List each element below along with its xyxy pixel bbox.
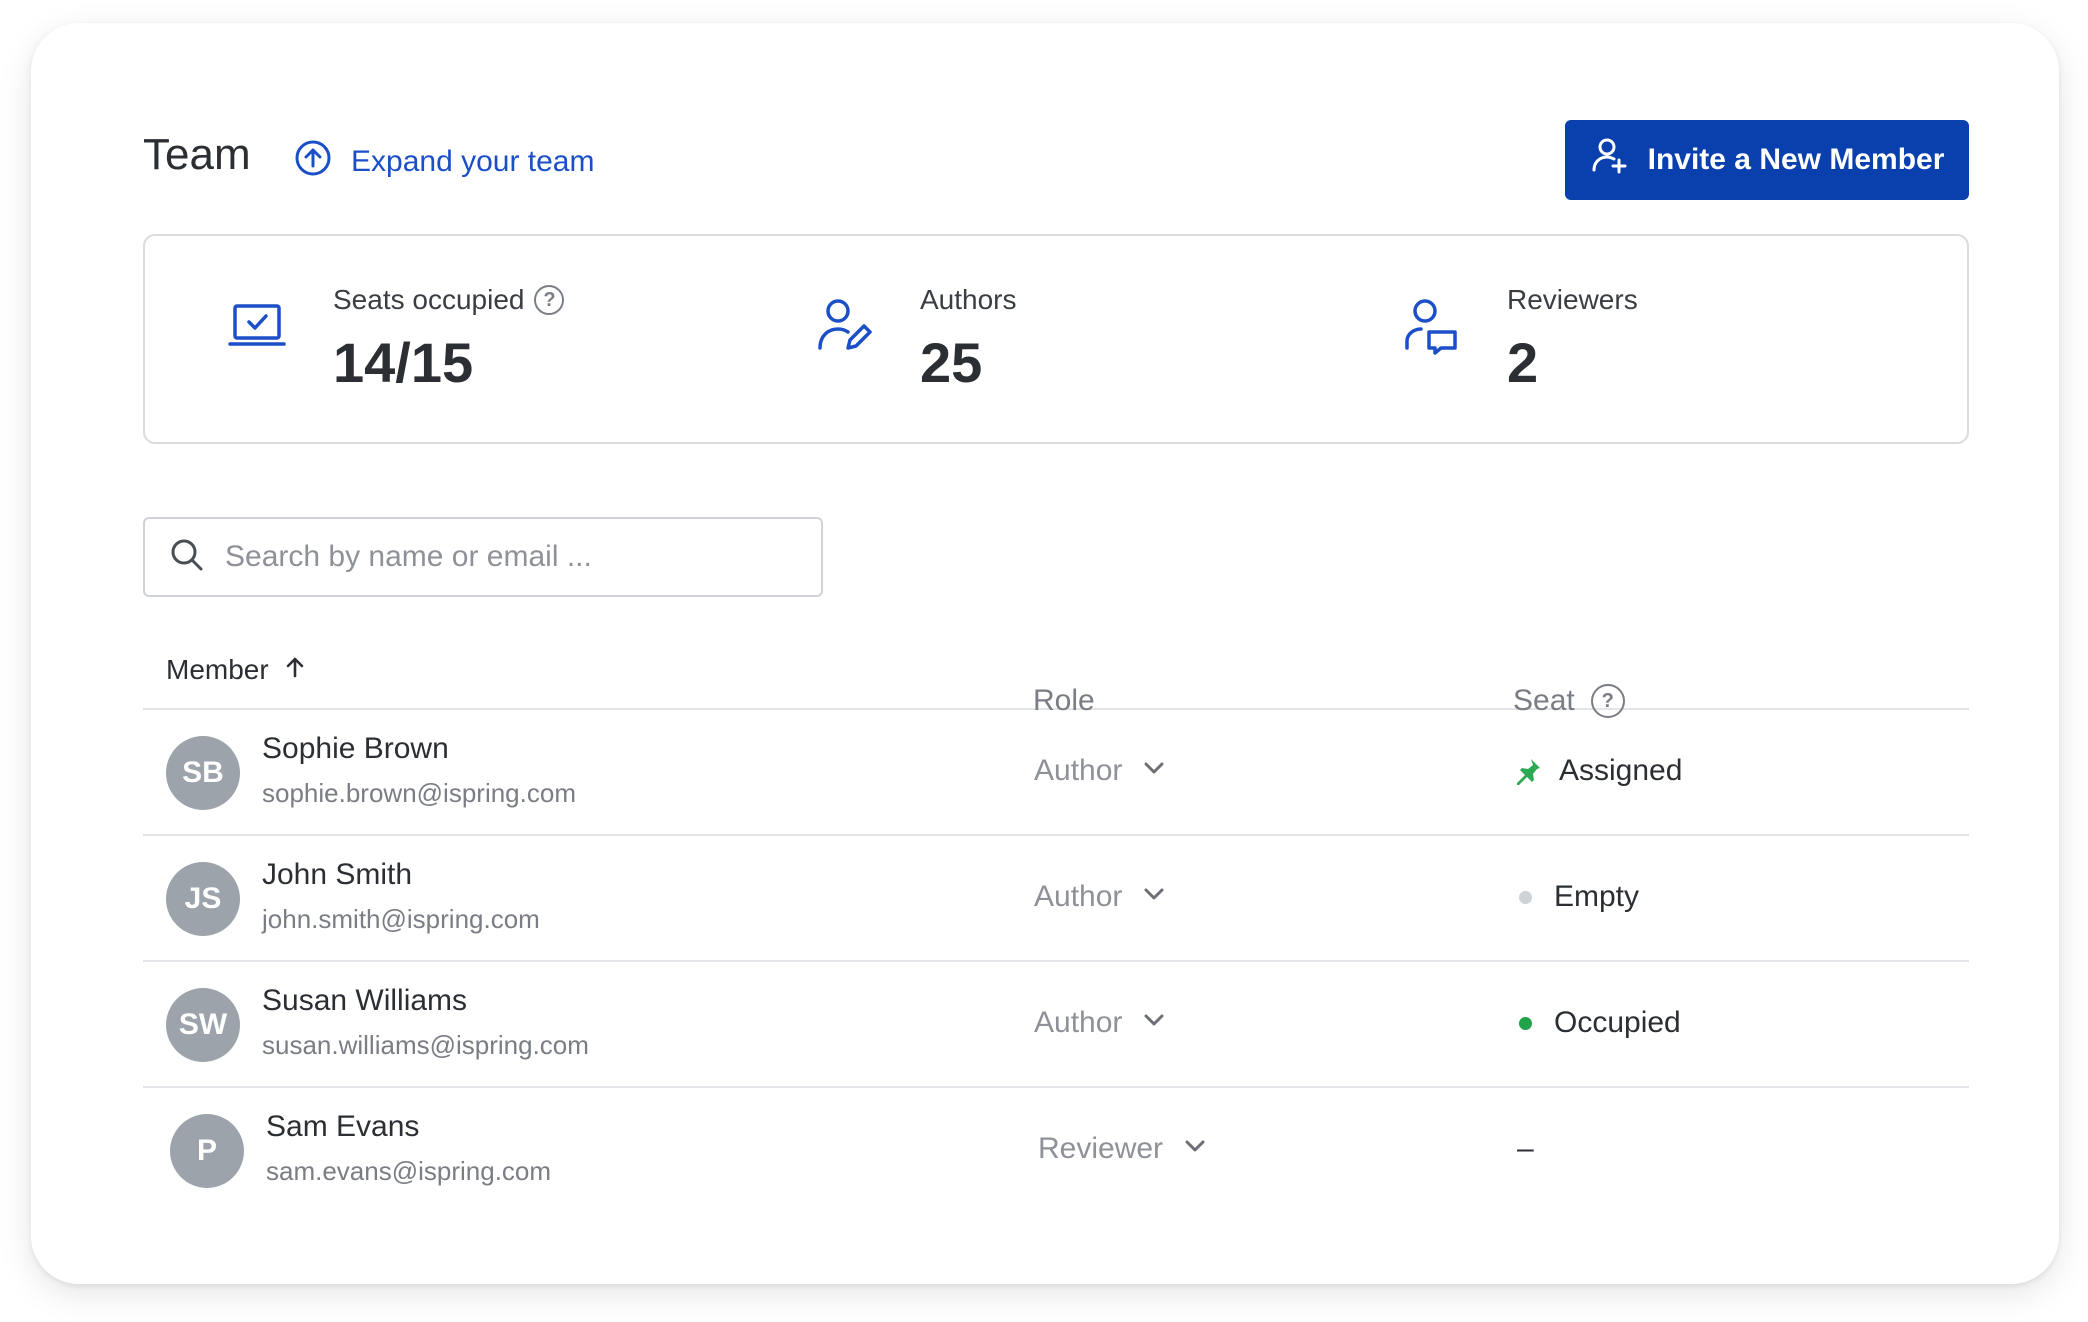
member-email: sophie.brown@ispring.com: [262, 778, 576, 808]
page-title: Team: [143, 130, 251, 179]
seat-status: Empty: [1513, 880, 1639, 914]
laptop-check-icon: [225, 294, 289, 358]
table-header: Member Role Seat ?: [143, 640, 1969, 718]
arrow-up-circle-icon: [293, 138, 333, 186]
stat-value: 25: [920, 331, 983, 394]
member-name: Sophie Brown: [262, 732, 449, 765]
table-row: SW Susan Williams susan.williams@ispring…: [143, 962, 1969, 1088]
user-add-icon: [1590, 136, 1630, 184]
column-member[interactable]: Member: [166, 654, 307, 686]
role-dropdown[interactable]: Author: [1034, 754, 1166, 788]
chevron-down-icon: [1142, 754, 1166, 788]
user-pen-icon: [812, 294, 876, 358]
table-row: JS John Smith john.smith@ispring.com Aut…: [143, 836, 1969, 962]
invite-member-button[interactable]: Invite a New Member: [1565, 120, 1969, 200]
expand-team-label: Expand your team: [351, 145, 595, 178]
member-name: John Smith: [262, 858, 413, 891]
search-box: [143, 517, 823, 597]
avatar: SW: [166, 988, 240, 1062]
role-dropdown[interactable]: Author: [1034, 1006, 1166, 1040]
member-email: sam.evans@ispring.com: [266, 1156, 552, 1186]
seat-status: Occupied: [1513, 1006, 1681, 1040]
status-dot-icon: [1519, 890, 1532, 904]
stat-label: Authors: [920, 284, 1017, 315]
search-input[interactable]: [225, 540, 785, 574]
stat-value: 2: [1507, 331, 1539, 394]
user-chat-icon: [1399, 294, 1463, 358]
role-dropdown[interactable]: Author: [1034, 880, 1166, 914]
stat-label: Seats occupied ?: [333, 284, 565, 316]
member-email: john.smith@ispring.com: [262, 904, 540, 934]
invite-member-label: Invite a New Member: [1647, 143, 1945, 176]
member-name: Sam Evans: [266, 1110, 420, 1143]
avatar: JS: [166, 862, 240, 936]
member-email: susan.williams@ispring.com: [262, 1030, 589, 1060]
status-dot-icon: [1519, 1016, 1532, 1030]
avatar: P: [170, 1114, 244, 1188]
role-dropdown[interactable]: Reviewer: [1038, 1132, 1207, 1166]
expand-team-link[interactable]: Expand your team: [293, 138, 594, 186]
chevron-down-icon: [1142, 1006, 1166, 1040]
seat-status: Assigned: [1513, 754, 1682, 788]
sort-arrow-up-icon: [283, 654, 307, 686]
search-icon: [169, 537, 205, 578]
stat-value: 14/15: [333, 331, 474, 394]
stats-panel: Seats occupied ? 14/15 Authors 25 Review…: [143, 234, 1969, 444]
chevron-down-icon: [1142, 880, 1166, 914]
member-name: Susan Williams: [262, 984, 468, 1017]
help-icon[interactable]: ?: [534, 285, 565, 315]
avatar: SB: [166, 736, 240, 810]
pin-icon: [1513, 756, 1543, 786]
table-row: P Sam Evans sam.evans@ispring.com Review…: [143, 1088, 1969, 1214]
chevron-down-icon: [1183, 1132, 1207, 1166]
seat-status: –: [1517, 1132, 1534, 1165]
table-row: SB Sophie Brown sophie.brown@ispring.com…: [143, 710, 1969, 836]
stat-label: Reviewers: [1507, 284, 1638, 315]
